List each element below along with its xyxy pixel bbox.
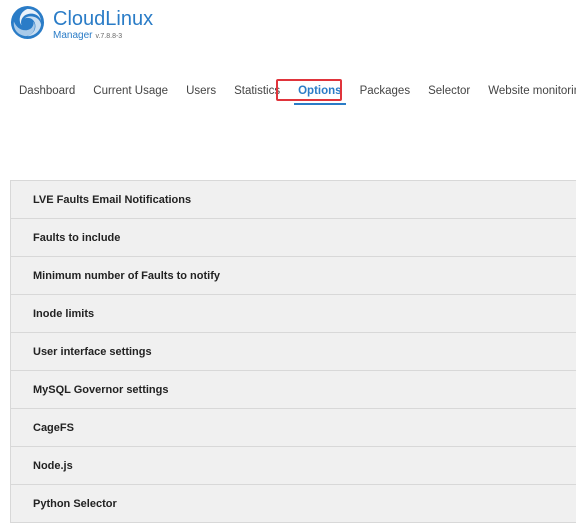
options-highlight-box [276, 79, 342, 101]
brand-subtitle: Manager v.7.8.8-3 [53, 30, 153, 41]
section-label: Inode limits [33, 307, 95, 320]
section-python-selector[interactable]: Python Selector [10, 485, 576, 523]
section-faults-to-include[interactable]: Faults to include [10, 219, 576, 257]
brand-version: v.7.8.8-3 [95, 33, 123, 40]
section-label: Minimum number of Faults to notify [33, 269, 220, 282]
nav-item-website-monitoring[interactable]: Website monitoring [479, 83, 576, 99]
section-label: Faults to include [33, 231, 121, 244]
brand-title: CloudLinux [53, 8, 154, 30]
section-label: Python Selector [33, 497, 117, 510]
nav-item-selector[interactable]: Selector [419, 83, 479, 99]
section-label: User interface settings [33, 345, 152, 358]
brand: CloudLinux Manager v.7.8.8-3 [10, 5, 153, 41]
section-label: LVE Faults Email Notifications [33, 193, 192, 206]
nav-item-packages[interactable]: Packages [351, 83, 420, 99]
section-label: MySQL Governor settings [33, 383, 169, 396]
nav-item-users[interactable]: Users [177, 83, 225, 99]
section-inode-limits[interactable]: Inode limits [10, 295, 576, 333]
section-user-interface-settings[interactable]: User interface settings [10, 333, 576, 371]
section-nodejs[interactable]: Node.js [10, 447, 576, 485]
section-label: CageFS [33, 421, 74, 434]
section-cagefs[interactable]: CageFS [10, 409, 576, 447]
section-mysql-governor-settings[interactable]: MySQL Governor settings [10, 371, 576, 409]
section-lve-faults-email-notifications[interactable]: LVE Faults Email Notifications [10, 181, 576, 219]
nav-item-current-usage[interactable]: Current Usage [84, 83, 177, 99]
options-sections-panel: LVE Faults Email Notifications Faults to… [10, 180, 576, 523]
section-minimum-number-of-faults[interactable]: Minimum number of Faults to notify [10, 257, 576, 295]
section-label: Node.js [33, 459, 73, 472]
nav-item-dashboard[interactable]: Dashboard [10, 83, 84, 99]
brand-subtitle-text: Manager [53, 30, 93, 41]
cloudlinux-logo-icon [10, 5, 45, 40]
